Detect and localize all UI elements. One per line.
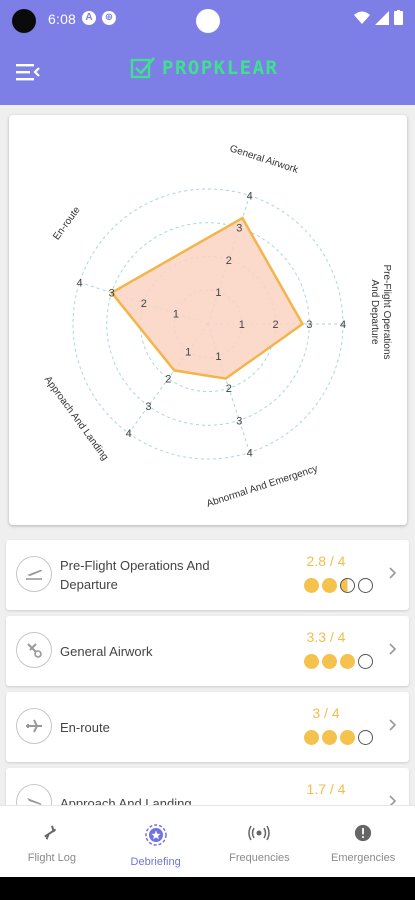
radar-tick-label: 4 [247, 447, 253, 459]
takeoff-icon [16, 556, 52, 592]
category-label: General Airwork [60, 644, 153, 659]
chevron-right-icon [389, 719, 397, 731]
alert-icon [355, 824, 372, 842]
rating-dots [304, 730, 373, 745]
radar-tick-label: 3 [145, 401, 151, 413]
nav-label: Emergencies [331, 852, 396, 864]
rating-dot-empty [358, 578, 373, 593]
nav-flight-log[interactable]: Flight Log [0, 806, 104, 877]
radar-tick-label: 2 [226, 383, 232, 395]
nav-label: Frequencies [229, 852, 290, 864]
axis-label-abnormal-emergency: Abnormal And Emergency [205, 463, 319, 509]
axis-label-preflight-line1: Pre-Flight Operations [381, 264, 392, 359]
axis-label-general-airwork: General Airwork [228, 143, 300, 176]
category-score: 1.7 / 4 [306, 781, 346, 797]
category-card-general-airwork[interactable]: General Airwork 3.3 / 4 [6, 616, 409, 686]
category-label: Pre-Flight Operations And Departure [60, 558, 210, 592]
rating-dot-full [322, 578, 337, 593]
battery-icon [394, 10, 403, 25]
airplane-icon [44, 825, 57, 840]
category-score: 2.8 / 4 [306, 553, 346, 569]
radar-tick-label: 2 [141, 298, 147, 310]
rating-dot-empty [358, 654, 373, 669]
radar-tick-label: 4 [126, 428, 132, 440]
nav-emergencies[interactable]: Emergencies [311, 806, 415, 877]
radar-tick-label: 1 [173, 309, 179, 321]
category-score: 3 / 4 [312, 705, 340, 721]
status-bar: 6:08 A ⊕ [0, 0, 415, 38]
rating-dots [304, 654, 373, 669]
rating-dot-half [340, 578, 355, 593]
notification-a-icon: A [82, 11, 96, 25]
logo-text: PROPKLEAR [162, 57, 279, 79]
category-label: En-route [60, 720, 110, 735]
rating-dot-full [304, 730, 319, 745]
bottom-navigation: Flight Log Debriefing Frequencies Emerge… [0, 805, 415, 877]
nav-label: Flight Log [27, 852, 77, 864]
rating-dot-empty [358, 730, 373, 745]
radar-chart-card: 1 2 3 4 1 2 3 4 1 2 3 4 1 2 3 4 1 2 3 4 General Airwork Pre… [9, 115, 407, 525]
nav-debriefing[interactable]: Debriefing [104, 806, 208, 877]
category-card-enroute[interactable]: En-route 3 / 4 [6, 692, 409, 762]
rating-dot-full [340, 730, 355, 745]
radar-tick-label: 4 [247, 191, 253, 203]
chevron-right-icon [389, 567, 397, 579]
nav-label: Debriefing [130, 856, 181, 868]
category-score: 3.3 / 4 [306, 629, 346, 645]
menu-icon[interactable] [12, 56, 44, 88]
plane-gear-icon [16, 632, 52, 668]
app-bar: PROPKLEAR [0, 38, 415, 105]
status-time: 6:08 [48, 11, 77, 27]
notification-globe-icon: ⊕ [102, 11, 116, 25]
system-icons [354, 10, 403, 25]
radar-chart: 1 2 3 4 1 2 3 4 1 2 3 4 1 2 3 4 1 2 3 4 General Airwork Pre… [42, 143, 392, 509]
app-logo: PROPKLEAR [130, 56, 278, 80]
radar-tick-label: 1 [215, 351, 221, 363]
radar-tick-label: 3 [109, 288, 115, 300]
rating-dot-full [304, 654, 319, 669]
camera-cutout [12, 9, 36, 33]
rating-dot-full [340, 654, 355, 669]
radar-tick-label: 1 [239, 319, 245, 331]
axis-label-approach-landing: Approach And Landing [42, 374, 110, 462]
front-camera [196, 9, 220, 33]
rating-dots [304, 578, 373, 593]
radar-tick-label: 3 [306, 319, 312, 331]
landing-icon [16, 784, 52, 805]
radar-tick-label: 1 [185, 346, 191, 358]
category-label: Approach And Landing [60, 796, 192, 805]
radar-tick-label: 2 [165, 374, 171, 386]
wifi-icon [354, 11, 370, 24]
radio-waves-icon [248, 825, 271, 841]
chevron-right-icon [389, 795, 397, 805]
rating-dot-full [304, 578, 319, 593]
radar-tick-label: 2 [272, 319, 278, 331]
radar-tick-label: 3 [236, 223, 242, 235]
radar-tick-label: 4 [340, 319, 346, 331]
radar-tick-label: 2 [226, 255, 232, 267]
rating-dot-full [322, 730, 337, 745]
axis-label-enroute: En-route [51, 204, 83, 242]
nav-frequencies[interactable]: Frequencies [208, 806, 312, 877]
radar-tick-label: 1 [215, 287, 221, 299]
rating-dot-full [322, 654, 337, 669]
axis-label-preflight-line2: And Departure [369, 279, 380, 344]
airplane-icon [16, 708, 52, 744]
category-card-approach-landing[interactable]: Approach And Landing 1.7 / 4 [6, 768, 409, 805]
debriefing-content[interactable]: 1 2 3 4 1 2 3 4 1 2 3 4 1 2 3 4 1 2 3 4 General Airwork Pre… [0, 105, 415, 805]
star-badge-icon [144, 824, 167, 846]
radar-tick-label: 3 [236, 415, 242, 427]
radar-tick-label: 4 [77, 277, 83, 289]
gesture-bar [0, 877, 415, 900]
chevron-right-icon [389, 643, 397, 655]
signal-icon [375, 10, 389, 25]
category-card-preflight[interactable]: Pre-Flight Operations And Departure 2.8 … [6, 540, 409, 610]
logo-check-icon [130, 57, 155, 79]
